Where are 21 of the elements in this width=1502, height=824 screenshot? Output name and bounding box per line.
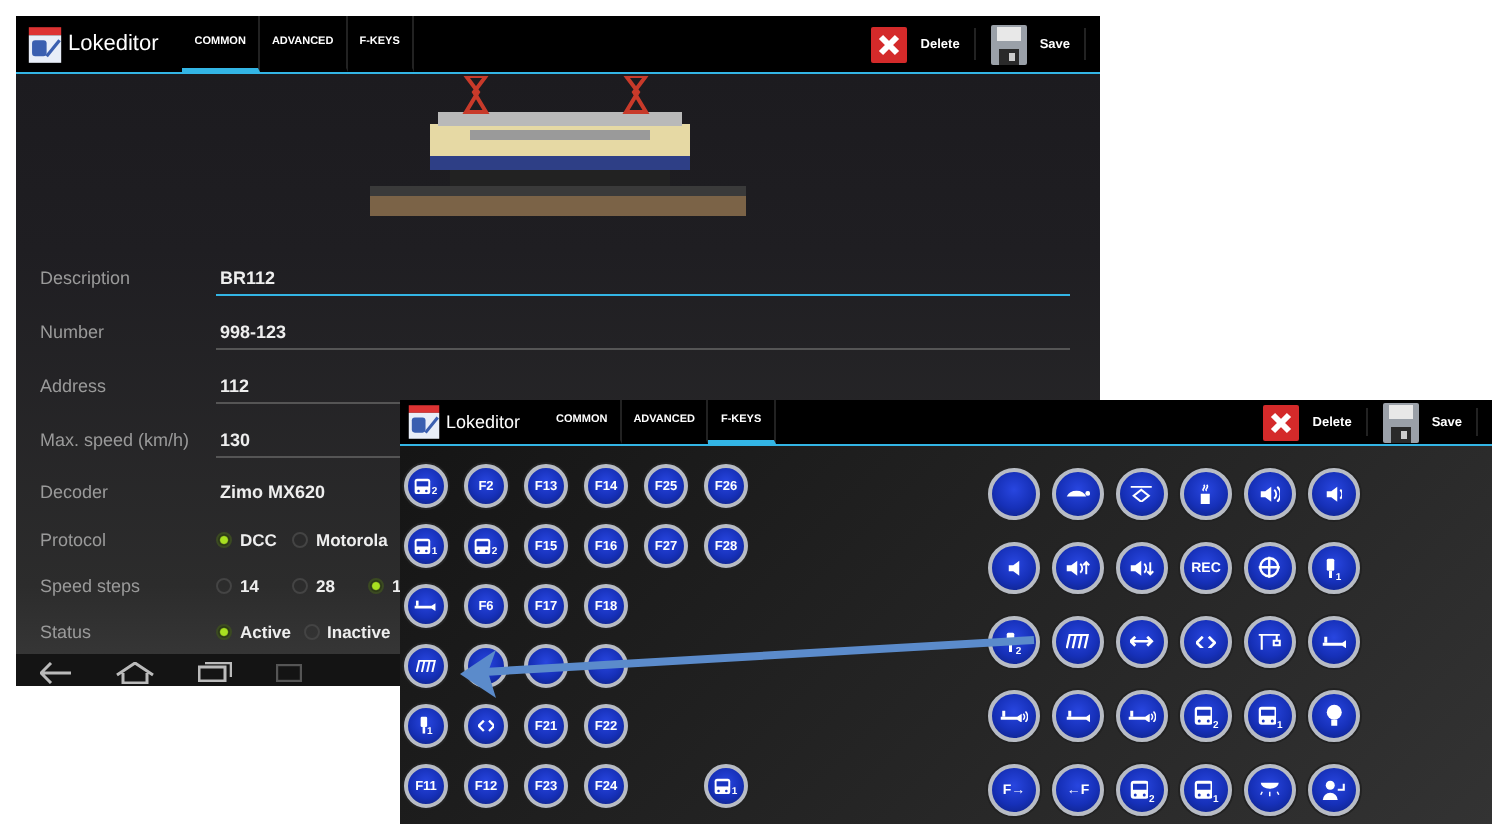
radio-label[interactable]: 28 bbox=[316, 575, 335, 595]
radio-label[interactable]: Motorola bbox=[316, 529, 388, 549]
field-label: Description bbox=[40, 267, 133, 287]
app-title: Lokeditor bbox=[446, 412, 521, 432]
radio-label[interactable]: DCC bbox=[240, 529, 277, 549]
radio-label[interactable]: 1 bbox=[392, 575, 402, 595]
field-label: Max. speed (km/h) bbox=[40, 429, 192, 449]
input-field[interactable]: BR112 bbox=[216, 265, 1070, 295]
input-field[interactable]: 998-123 bbox=[216, 319, 1070, 349]
radio-label[interactable]: Active bbox=[240, 621, 292, 641]
field-label: Address bbox=[40, 375, 109, 395]
field-label: Status bbox=[40, 621, 94, 641]
app-title: Lokeditor bbox=[68, 32, 159, 56]
field-value: Zimo MX620 bbox=[218, 481, 326, 501]
radio-label[interactable]: 14 bbox=[240, 575, 259, 595]
radio-label[interactable]: Inactive bbox=[327, 621, 391, 641]
field-label: Speed steps bbox=[40, 575, 143, 595]
field-label: Protocol bbox=[40, 529, 109, 549]
field-label: Decoder bbox=[40, 481, 111, 501]
field-label: Number bbox=[40, 321, 107, 341]
input-field[interactable]: 112 bbox=[216, 373, 400, 403]
